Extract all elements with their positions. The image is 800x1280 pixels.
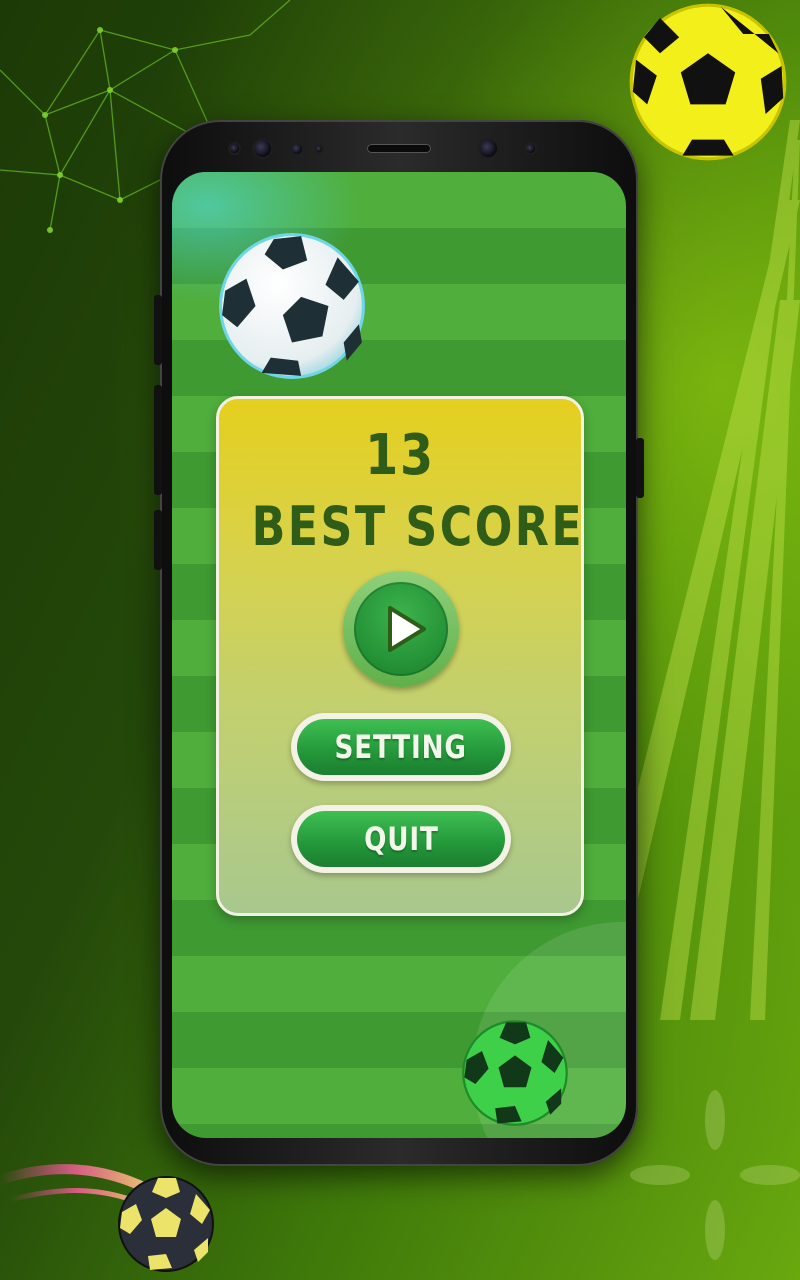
- soccer-ball-icon-white: [219, 233, 365, 379]
- soccer-ball-icon-green: [462, 1020, 568, 1126]
- phone-speaker: [367, 144, 431, 153]
- phone-side-button: [636, 438, 644, 498]
- soccer-ball-icon-dark: [118, 1176, 214, 1272]
- front-sensor-icon: [316, 146, 322, 152]
- play-button[interactable]: [343, 571, 459, 687]
- front-sensor-icon: [292, 144, 302, 154]
- quit-button[interactable]: QUIT: [291, 805, 511, 873]
- quit-button-inner: QUIT: [297, 811, 505, 867]
- play-button-inner: [354, 582, 448, 676]
- play-icon: [388, 606, 426, 652]
- front-sensor-icon: [526, 144, 535, 153]
- phone-mockup: 13 BEST SCORE SETTING QUIT: [154, 120, 644, 1166]
- soccer-ball-icon-yellow: [629, 3, 787, 161]
- phone-side-button: [154, 295, 162, 365]
- setting-button[interactable]: SETTING: [291, 713, 511, 781]
- front-sensor-icon: [230, 144, 239, 153]
- phone-side-button: [154, 385, 162, 495]
- front-camera-icon: [254, 140, 271, 157]
- game-screen: 13 BEST SCORE SETTING QUIT: [172, 172, 626, 1138]
- iris-camera-icon: [480, 140, 497, 157]
- menu-panel: 13 BEST SCORE SETTING QUIT: [216, 396, 584, 916]
- score-value: 13: [365, 423, 435, 488]
- sparkle-decoration: [630, 1090, 800, 1260]
- quit-button-label: QUIT: [363, 820, 439, 858]
- setting-button-inner: SETTING: [297, 719, 505, 775]
- best-score-label: BEST SCORE: [251, 495, 585, 558]
- phone-side-button: [154, 510, 162, 570]
- setting-button-label: SETTING: [334, 728, 468, 766]
